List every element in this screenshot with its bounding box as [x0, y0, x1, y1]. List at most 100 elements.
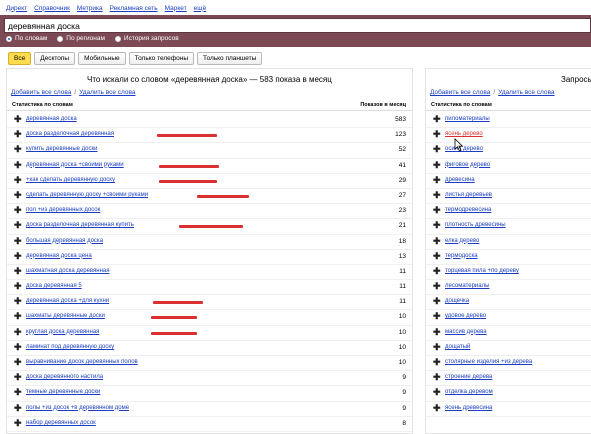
tab-3[interactable]: Только телефоны: [128, 52, 195, 65]
word-link[interactable]: удовое дерево: [445, 313, 486, 319]
add-word-plus-icon[interactable]: ✚: [433, 251, 441, 262]
add-word-plus-icon[interactable]: ✚: [14, 266, 22, 277]
word-link[interactable]: большая деревянная доска: [26, 238, 103, 244]
word-link[interactable]: +как сделать деревянную доску: [26, 177, 115, 183]
word-link[interactable]: ламинат под деревянную доску: [26, 344, 114, 350]
add-word-plus-icon[interactable]: ✚: [14, 387, 22, 398]
word-link[interactable]: древесина: [445, 177, 475, 183]
add-word-plus-icon[interactable]: ✚: [14, 205, 22, 216]
add-word-plus-icon[interactable]: ✚: [433, 342, 441, 353]
add-all-words-link[interactable]: Добавить все слова: [430, 89, 490, 96]
word-link[interactable]: темные деревянные доски: [26, 389, 100, 395]
add-word-plus-icon[interactable]: ✚: [14, 251, 22, 262]
add-word-plus-icon[interactable]: ✚: [14, 403, 22, 414]
word-link[interactable]: набор деревянных досок: [26, 420, 96, 426]
add-word-plus-icon[interactable]: ✚: [14, 190, 22, 201]
add-word-plus-icon[interactable]: ✚: [14, 296, 22, 307]
add-word-plus-icon[interactable]: ✚: [433, 205, 441, 216]
add-word-plus-icon[interactable]: ✚: [14, 372, 22, 383]
add-word-plus-icon[interactable]: ✚: [14, 327, 22, 338]
topnav-link[interactable]: Рекламная сеть: [110, 5, 158, 12]
word-link[interactable]: пол +из деревянных досок: [26, 207, 100, 213]
topnav-link[interactable]: Метрика: [77, 5, 103, 12]
word-link[interactable]: лесоматериалы: [445, 283, 489, 289]
add-word-plus-icon[interactable]: ✚: [14, 236, 22, 247]
word-link[interactable]: круглая доска деревянная: [26, 329, 99, 335]
topnav-link[interactable]: Маркет: [165, 5, 187, 12]
word-link[interactable]: массив дерева: [445, 329, 487, 335]
add-word-plus-icon[interactable]: ✚: [14, 175, 22, 186]
word-link[interactable]: елка дерево: [445, 238, 479, 244]
topnav-link[interactable]: Справочник: [34, 5, 70, 12]
add-word-plus-icon[interactable]: ✚: [433, 114, 441, 125]
add-word-plus-icon[interactable]: ✚: [14, 114, 22, 125]
add-all-words-link[interactable]: Добавить все слова: [11, 89, 71, 96]
word-link[interactable]: ясень древесина: [445, 405, 492, 411]
add-word-plus-icon[interactable]: ✚: [14, 418, 22, 429]
word-link[interactable]: доска деревянного настила: [26, 374, 103, 380]
word-link[interactable]: доска разделочная деревянная купить: [26, 222, 134, 228]
add-word-plus-icon[interactable]: ✚: [433, 160, 441, 171]
add-word-plus-icon[interactable]: ✚: [433, 236, 441, 247]
word-link[interactable]: отделка деревом: [445, 389, 493, 395]
word-link[interactable]: дощатый: [445, 344, 470, 350]
remove-all-words-link[interactable]: Удалить все слова: [498, 89, 554, 96]
word-link[interactable]: торцевая пила +по дереву: [445, 268, 519, 274]
search-mode-radio[interactable]: По регионам: [57, 35, 105, 42]
topnav-link[interactable]: Директ: [6, 5, 27, 12]
add-word-plus-icon[interactable]: ✚: [14, 160, 22, 171]
column-count-header[interactable]: Показов в месяц: [360, 102, 406, 108]
add-word-plus-icon[interactable]: ✚: [433, 281, 441, 292]
radio-button-icon[interactable]: [6, 35, 12, 42]
word-link[interactable]: плотность древесины: [445, 222, 506, 228]
add-word-plus-icon[interactable]: ✚: [433, 372, 441, 383]
word-link[interactable]: полы +из досок +в деревянном доме: [26, 405, 129, 411]
add-word-plus-icon[interactable]: ✚: [433, 327, 441, 338]
word-link[interactable]: термодоска: [445, 253, 478, 259]
add-word-plus-icon[interactable]: ✚: [433, 403, 441, 414]
add-word-plus-icon[interactable]: ✚: [433, 357, 441, 368]
add-word-plus-icon[interactable]: ✚: [433, 175, 441, 186]
word-link[interactable]: листья деревьев: [445, 192, 492, 198]
add-word-plus-icon[interactable]: ✚: [14, 342, 22, 353]
add-word-plus-icon[interactable]: ✚: [433, 129, 441, 140]
search-mode-radio[interactable]: По словам: [6, 35, 47, 42]
tab-0[interactable]: Все: [8, 52, 32, 65]
radio-button-icon[interactable]: [114, 35, 121, 42]
radio-button-icon[interactable]: [57, 35, 64, 42]
add-word-plus-icon[interactable]: ✚: [433, 190, 441, 201]
add-word-plus-icon[interactable]: ✚: [433, 220, 441, 231]
word-link[interactable]: деревянная доска +своими руками: [26, 162, 124, 168]
word-link[interactable]: доска деревянная 5: [26, 283, 82, 289]
word-link[interactable]: выравнивание досок деревянных полов: [26, 359, 138, 365]
word-link[interactable]: пиломатериалы: [445, 116, 490, 122]
word-link[interactable]: фиговое дерево: [445, 162, 490, 168]
word-link[interactable]: ясень дерево: [445, 131, 483, 137]
remove-all-words-link[interactable]: Удалить все слова: [79, 89, 135, 96]
word-link[interactable]: столярные изделия +из дерева: [445, 359, 532, 365]
add-word-plus-icon[interactable]: ✚: [14, 357, 22, 368]
word-link[interactable]: термодревесина: [445, 207, 491, 213]
word-link[interactable]: деревянная доска: [26, 116, 77, 122]
word-link[interactable]: шахматная доска деревянная: [26, 268, 110, 274]
add-word-plus-icon[interactable]: ✚: [14, 311, 22, 322]
tab-2[interactable]: Мобильные: [78, 52, 126, 65]
tab-1[interactable]: Десктопы: [34, 52, 76, 65]
add-word-plus-icon[interactable]: ✚: [433, 387, 441, 398]
add-word-plus-icon[interactable]: ✚: [14, 281, 22, 292]
add-word-plus-icon[interactable]: ✚: [14, 144, 22, 155]
search-input[interactable]: [4, 18, 591, 33]
search-mode-radio[interactable]: История запросов: [114, 35, 179, 42]
add-word-plus-icon[interactable]: ✚: [14, 220, 22, 231]
tab-4[interactable]: Только планшеты: [197, 52, 263, 65]
add-word-plus-icon[interactable]: ✚: [433, 266, 441, 277]
word-link[interactable]: деревянная доска +для кухни: [26, 298, 109, 304]
word-link[interactable]: купить деревянные доски: [26, 146, 97, 152]
add-word-plus-icon[interactable]: ✚: [433, 311, 441, 322]
word-link[interactable]: сделать деревянную доску +своими руками: [26, 192, 148, 198]
word-link[interactable]: шахматы деревянные доски: [26, 313, 105, 319]
word-link[interactable]: дощечка: [445, 298, 469, 304]
topnav-link[interactable]: ещё: [194, 5, 207, 12]
word-link[interactable]: доска разделочная деревянная: [26, 131, 114, 137]
add-word-plus-icon[interactable]: ✚: [433, 144, 441, 155]
